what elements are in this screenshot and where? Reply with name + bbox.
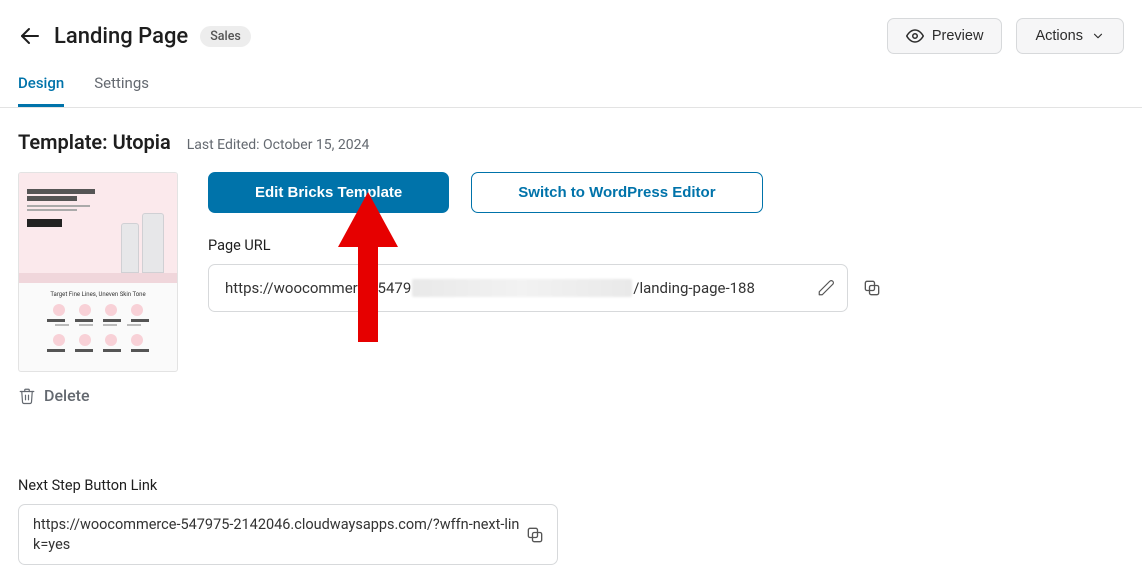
page-url-input[interactable]: https://woocommerce-5479 /landing-page-1… <box>208 264 848 312</box>
edit-bricks-template-button[interactable]: Edit Bricks Template <box>208 172 449 213</box>
copy-next-step-icon[interactable] <box>525 525 545 545</box>
back-arrow-icon[interactable] <box>18 24 42 48</box>
next-step-url-value: https://woocommerce-547975-2142046.cloud… <box>33 515 525 554</box>
page-url-label: Page URL <box>208 237 968 254</box>
delete-label: Delete <box>44 386 90 405</box>
switch-editor-button[interactable]: Switch to WordPress Editor <box>471 172 762 213</box>
delete-template-button[interactable]: Delete <box>18 386 178 405</box>
actions-button[interactable]: Actions <box>1016 18 1124 54</box>
preview-button-label: Preview <box>932 28 984 44</box>
page-url-redacted <box>412 279 632 297</box>
edit-url-icon[interactable] <box>817 279 835 297</box>
next-step-url-field: https://woocommerce-547975-2142046.cloud… <box>18 504 558 565</box>
trash-icon <box>18 387 36 405</box>
page-title: Landing Page <box>54 24 188 49</box>
sales-badge: Sales <box>200 26 251 47</box>
page-url-prefix: https://woocommerce-5479 <box>225 279 411 297</box>
last-edited-text: Last Edited: October 15, 2024 <box>187 137 370 153</box>
chevron-down-icon <box>1091 29 1105 43</box>
page-url-suffix: /landing-page-188 <box>633 279 755 297</box>
preview-button[interactable]: Preview <box>887 18 1003 54</box>
next-step-label: Next Step Button Link <box>18 477 1124 494</box>
eye-icon <box>906 27 924 45</box>
copy-url-icon[interactable] <box>862 278 882 298</box>
tab-settings[interactable]: Settings <box>94 74 149 107</box>
actions-button-label: Actions <box>1035 28 1083 44</box>
template-title: Template: Utopia <box>18 130 171 154</box>
template-thumbnail[interactable]: Target Fine Lines, Uneven Skin Tone <box>18 172 178 372</box>
tab-design[interactable]: Design <box>18 74 64 107</box>
